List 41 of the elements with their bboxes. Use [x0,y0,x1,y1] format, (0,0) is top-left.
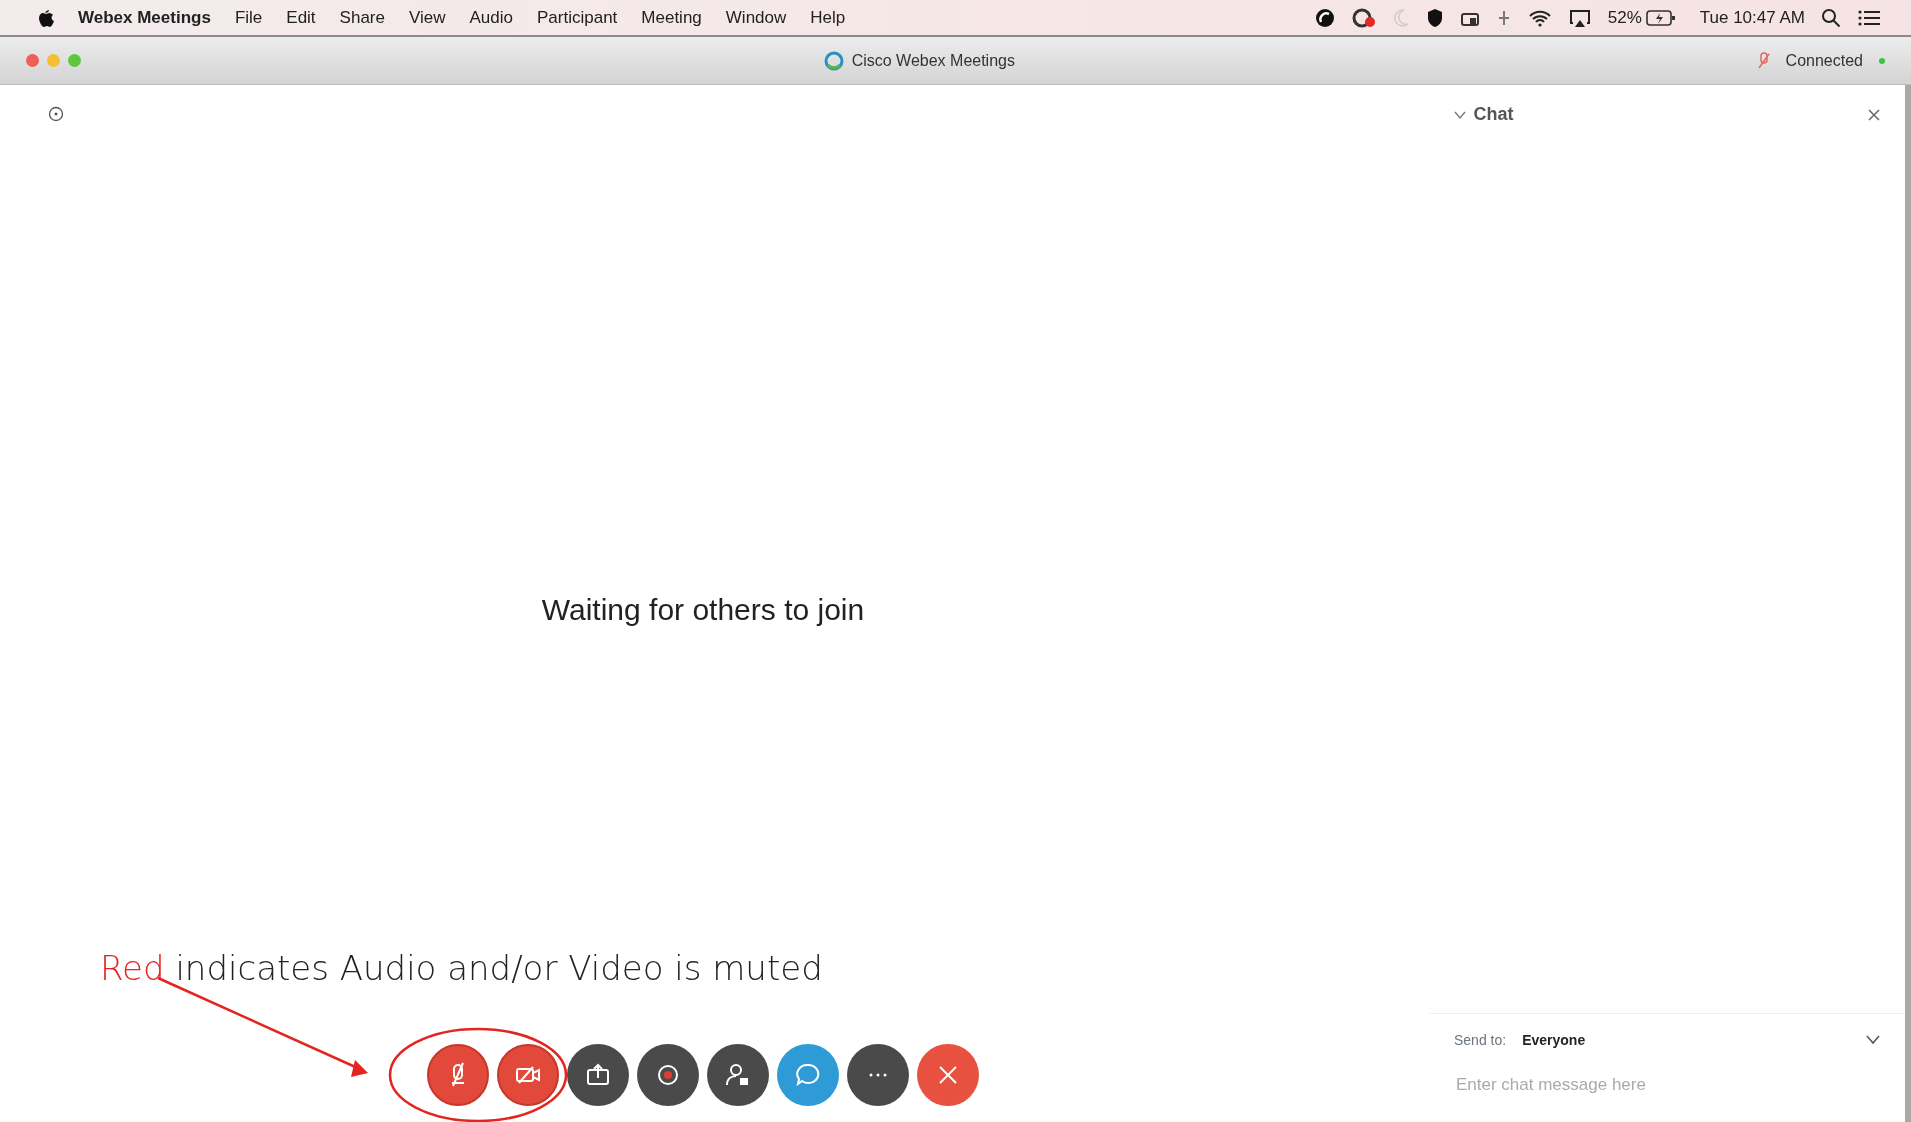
menu-item[interactable]: View [408,4,446,31]
ellipsis-icon [869,1073,887,1077]
info-icon[interactable] [48,105,64,122]
chevron-down-icon[interactable] [1865,1034,1881,1046]
battery-percent: 52% [1607,6,1642,29]
menu-item[interactable]: Participant [537,4,618,31]
battery-charging-icon[interactable] [1645,8,1676,27]
menu-item[interactable]: Edit [286,4,316,31]
annotation-text: Red indicates Audio and/or Video is muted [99,947,824,990]
close-window-button[interactable] [26,54,39,67]
apple-logo-icon[interactable] [36,7,54,28]
app-menu[interactable]: Webex Meetings [78,4,211,31]
chevron-down-icon[interactable] [1453,109,1466,120]
waiting-message: Waiting for others to join [541,591,865,628]
speech-bubble-icon [795,1062,821,1088]
menu-clock[interactable]: Tue 10:47 AM [1699,4,1805,31]
recipient-dropdown[interactable]: Everyone [1522,1029,1849,1051]
window-title: Cisco Webex Meetings [851,50,1015,71]
menu-item[interactable]: File [234,4,263,31]
circle-app-icon[interactable] [1313,6,1336,29]
connection-status: Connected [1785,50,1863,71]
person-icon [725,1062,751,1088]
shield-icon[interactable] [1425,6,1444,29]
menu-item[interactable]: Help [810,4,846,31]
menu-item[interactable]: Window [725,4,787,31]
muted-microphone-icon [1757,51,1770,70]
webex-status-icon[interactable] [1351,6,1376,29]
record-icon [655,1062,681,1088]
video-button[interactable] [497,1044,559,1106]
menu-item[interactable]: Share [339,4,385,31]
chat-panel-title: Chat [1473,103,1514,126]
airplay-icon[interactable] [1567,7,1592,28]
send-to-label: Send to: [1454,1030,1507,1050]
connection-indicator-dot [1879,57,1885,64]
menu-item[interactable]: Meeting [641,4,702,31]
share-icon [585,1062,611,1088]
webex-logo-icon [823,50,844,71]
close-icon[interactable] [1867,107,1881,122]
search-icon[interactable] [1821,7,1841,28]
chat-message-field[interactable]: Enter chat message here [1454,1070,1857,1098]
menu-item[interactable]: Audio [469,4,513,31]
